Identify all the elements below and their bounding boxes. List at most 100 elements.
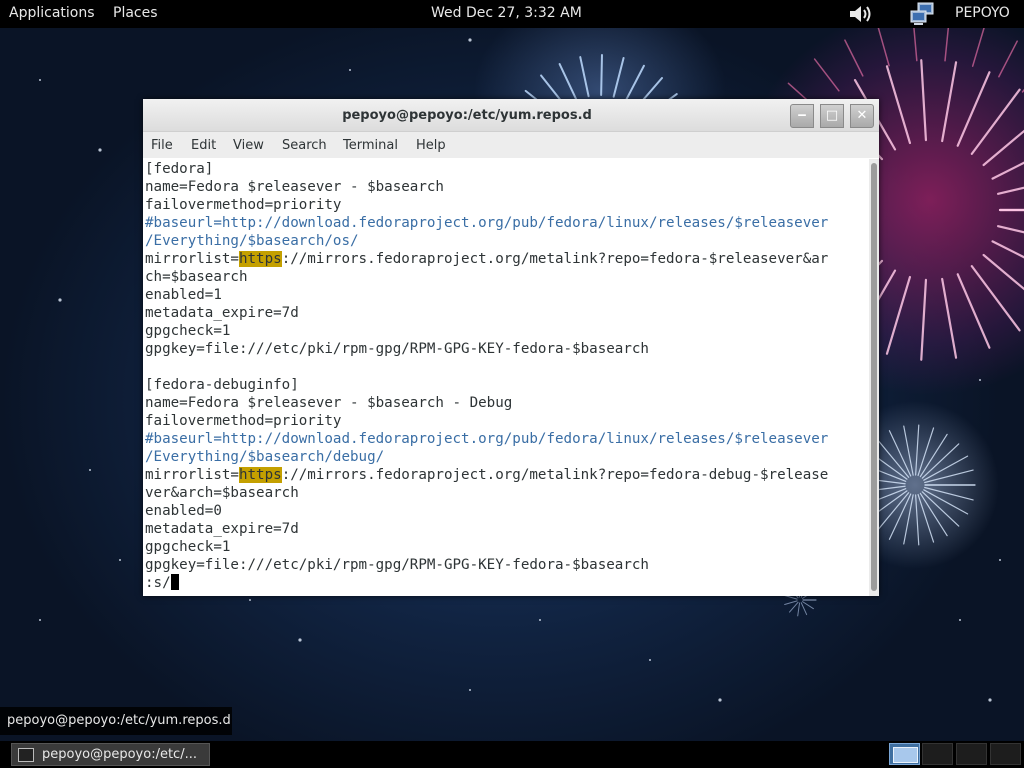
menu-search[interactable]: Search bbox=[282, 138, 327, 153]
menu-bar: File Edit View Search Terminal Help bbox=[143, 132, 879, 158]
star-sparkle bbox=[468, 38, 472, 42]
terminal-line-text: :s/ bbox=[145, 575, 171, 591]
terminal-line: mirrorlist=https://mirrors.fedoraproject… bbox=[145, 250, 828, 268]
terminal-line: /Everything/$basearch/os/ bbox=[145, 232, 359, 250]
star-sparkle bbox=[959, 619, 961, 621]
menu-file[interactable]: File bbox=[151, 138, 173, 153]
terminal-line-text: mirrorlist= bbox=[145, 467, 239, 483]
speaker-volume-icon[interactable] bbox=[848, 4, 874, 28]
terminal-line-text: name=Fedora $releasever - $basearch - De… bbox=[145, 395, 513, 411]
terminal-line-text: gpgkey=file:///etc/pki/rpm-gpg/RPM-GPG-K… bbox=[145, 341, 649, 357]
close-button[interactable]: ✕ bbox=[850, 104, 874, 128]
terminal-line-text: metadata_expire=7d bbox=[145, 521, 299, 537]
terminal-line: gpgcheck=1 bbox=[145, 322, 230, 340]
bottom-panel: pepoyo@pepoyo:/etc/... bbox=[0, 741, 1024, 768]
terminal-line: #baseurl=http://download.fedoraproject.o… bbox=[145, 430, 828, 448]
terminal-window[interactable]: pepoyo@pepoyo:/etc/yum.repos.d ‒ □ ✕ Fil… bbox=[143, 99, 879, 596]
terminal-content[interactable]: [fedora] name=Fedora $releasever - $basea… bbox=[143, 159, 869, 596]
terminal-line: failovermethod=priority bbox=[145, 412, 341, 430]
terminal-line-text: ver&arch=$basearch bbox=[145, 485, 299, 501]
terminal-line-rest: ://mirrors.fedoraproject.org/metalink?re… bbox=[281, 467, 829, 483]
terminal-line: failovermethod=priority bbox=[145, 196, 341, 214]
minimize-button[interactable]: ‒ bbox=[790, 104, 814, 128]
taskbar-terminal-button[interactable]: pepoyo@pepoyo:/etc/... bbox=[11, 743, 210, 766]
terminal-line-text: enabled=0 bbox=[145, 503, 222, 519]
star-sparkle bbox=[469, 689, 471, 691]
terminal-line: ver&arch=$basearch bbox=[145, 484, 299, 502]
terminal-line: ch=$basearch bbox=[145, 268, 248, 286]
star-sparkle bbox=[98, 148, 102, 152]
star-sparkle bbox=[39, 79, 41, 81]
star-sparkle bbox=[999, 559, 1001, 561]
terminal-line-text: gpgcheck=1 bbox=[145, 539, 231, 555]
star-sparkle bbox=[988, 698, 992, 702]
terminal-line: enabled=1 bbox=[145, 286, 222, 304]
terminal-line-text: [fedora-debuginfo] bbox=[145, 377, 299, 393]
workspace-1[interactable] bbox=[889, 743, 920, 765]
star-sparkle bbox=[718, 698, 722, 702]
scrollbar-thumb[interactable] bbox=[871, 163, 877, 591]
terminal-line: name=Fedora $releasever - $basearch - De… bbox=[145, 394, 512, 412]
terminal-line-text: gpgkey=file:///etc/pki/rpm-gpg/RPM-GPG-K… bbox=[145, 557, 649, 573]
terminal-line: gpgkey=file:///etc/pki/rpm-gpg/RPM-GPG-K… bbox=[145, 340, 649, 358]
terminal-line: [fedora-debuginfo] bbox=[145, 376, 299, 394]
maximize-button[interactable]: □ bbox=[820, 104, 844, 128]
star-sparkle bbox=[89, 469, 91, 471]
terminal-line-text: enabled=1 bbox=[145, 287, 222, 303]
places-menu[interactable]: Places bbox=[113, 5, 158, 21]
scrollbar[interactable] bbox=[869, 159, 879, 596]
window-titlebar[interactable]: pepoyo@pepoyo:/etc/yum.repos.d ‒ □ ✕ bbox=[143, 99, 879, 132]
terminal-line-text: metadata_expire=7d bbox=[145, 305, 299, 321]
network-computers-icon[interactable] bbox=[910, 2, 936, 30]
terminal-line: :s/ bbox=[145, 574, 179, 592]
star-sparkle bbox=[979, 379, 981, 381]
terminal-line: metadata_expire=7d bbox=[145, 520, 299, 538]
terminal-line-text: [fedora] bbox=[145, 161, 214, 177]
terminal-line-text: /Everything/$basearch/debug/ bbox=[145, 449, 385, 465]
terminal-line: /Everything/$basearch/debug/ bbox=[145, 448, 384, 466]
star-sparkle bbox=[39, 619, 41, 621]
search-highlight: https bbox=[238, 251, 282, 267]
terminal-line: gpgkey=file:///etc/pki/rpm-gpg/RPM-GPG-K… bbox=[145, 556, 649, 574]
terminal-line-text: mirrorlist= bbox=[145, 251, 239, 267]
text-cursor bbox=[170, 574, 179, 590]
terminal-line-text: failovermethod=priority bbox=[145, 413, 342, 429]
terminal-line: #baseurl=http://download.fedoraproject.o… bbox=[145, 214, 828, 232]
terminal-line-text: gpgcheck=1 bbox=[145, 323, 231, 339]
window-title: pepoyo@pepoyo:/etc/yum.repos.d bbox=[342, 108, 592, 123]
terminal-icon bbox=[18, 748, 34, 762]
menu-view[interactable]: View bbox=[233, 138, 264, 153]
menu-edit[interactable]: Edit bbox=[191, 138, 216, 153]
clock[interactable]: Wed Dec 27, 3:32 AM bbox=[431, 5, 582, 21]
terminal-line: mirrorlist=https://mirrors.fedoraproject… bbox=[145, 466, 828, 484]
top-panel: Applications Places Wed Dec 27, 3:32 AM … bbox=[0, 0, 1024, 28]
desktop: Applications Places Wed Dec 27, 3:32 AM … bbox=[0, 0, 1024, 768]
workspace-4[interactable] bbox=[990, 743, 1021, 765]
workspace-2[interactable] bbox=[922, 743, 953, 765]
window-tooltip: pepoyo@pepoyo:/etc/yum.repos.d bbox=[0, 707, 232, 735]
applications-menu[interactable]: Applications bbox=[9, 5, 95, 21]
star-sparkle bbox=[298, 638, 302, 642]
terminal-line-rest: ://mirrors.fedoraproject.org/metalink?re… bbox=[281, 251, 829, 267]
terminal-line-text: ch=$basearch bbox=[145, 269, 248, 285]
star-sparkle bbox=[349, 69, 351, 71]
terminal-line-text: name=Fedora $releasever - $basearch bbox=[145, 179, 444, 195]
terminal-line: [fedora] bbox=[145, 160, 213, 178]
task-label: pepoyo@pepoyo:/etc/... bbox=[42, 747, 197, 762]
terminal-line: metadata_expire=7d bbox=[145, 304, 299, 322]
terminal-line: enabled=0 bbox=[145, 502, 222, 520]
star-sparkle bbox=[58, 298, 62, 302]
terminal-line: gpgcheck=1 bbox=[145, 538, 230, 556]
workspace-window-thumbnail bbox=[893, 747, 918, 763]
terminal-line-text: failovermethod=priority bbox=[145, 197, 342, 213]
user-menu[interactable]: PEPOYO bbox=[955, 5, 1010, 21]
terminal-line: name=Fedora $releasever - $basearch bbox=[145, 178, 444, 196]
menu-help[interactable]: Help bbox=[416, 138, 446, 153]
star-sparkle bbox=[539, 619, 541, 621]
star-sparkle bbox=[649, 659, 651, 661]
terminal-line-text: /Everything/$basearch/os/ bbox=[145, 233, 359, 249]
terminal-line-text: #baseurl=http://download.fedoraproject.o… bbox=[145, 431, 829, 447]
menu-terminal[interactable]: Terminal bbox=[343, 138, 398, 153]
workspace-3[interactable] bbox=[956, 743, 987, 765]
search-highlight: https bbox=[238, 467, 282, 483]
